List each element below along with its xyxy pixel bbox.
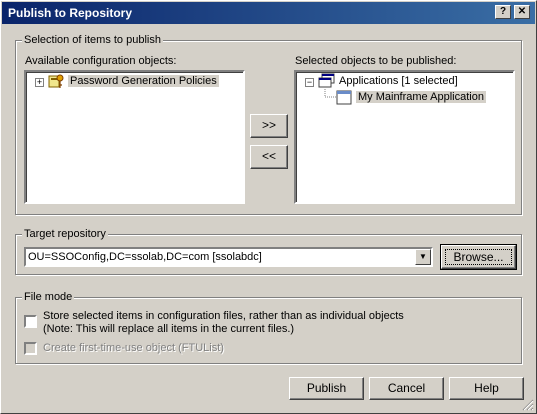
create-ftu-label: Create first-time-use object (FTUList) [43, 342, 224, 354]
help-title-button[interactable]: ? [495, 5, 511, 19]
file-mode-label: File mode [22, 291, 75, 303]
help-button[interactable]: Help [449, 377, 524, 400]
available-objects-label: Available configuration objects: [25, 55, 177, 67]
browse-button[interactable]: Browse... [440, 244, 517, 270]
publish-dialog: Publish to Repository ? ✕ Selection of i… [0, 0, 537, 414]
tree-item-applications[interactable]: Applications [1 selected] [339, 75, 458, 87]
add-to-selection-button[interactable]: >> [250, 114, 288, 138]
store-in-files-note: (Note: This will replace all items in th… [43, 323, 295, 335]
selected-objects-label: Selected objects to be published: [295, 55, 457, 67]
store-in-files-checkbox[interactable] [24, 315, 37, 328]
available-objects-list[interactable]: + Password Generation Policies [24, 70, 245, 204]
expand-icon[interactable]: + [35, 78, 44, 87]
tree-item-password-policies[interactable]: Password Generation Policies [68, 75, 219, 87]
collapse-icon[interactable]: − [305, 78, 314, 87]
close-icon: ✕ [517, 6, 527, 17]
tree-item-my-mainframe-application[interactable]: My Mainframe Application [356, 91, 486, 103]
title-bar[interactable]: Publish to Repository ? ✕ [2, 2, 535, 24]
target-repository-label: Target repository [22, 228, 108, 240]
target-repository-combo[interactable]: OU=SSOConfig,DC=ssolab,DC=com [ssolabdc]… [24, 247, 433, 267]
cancel-button[interactable]: Cancel [369, 377, 444, 400]
target-repository-value: OU=SSOConfig,DC=ssolab,DC=com [ssolabdc] [28, 251, 262, 263]
create-ftu-checkbox[interactable] [24, 342, 37, 355]
window-title: Publish to Repository [8, 6, 133, 20]
resize-grip-icon[interactable] [522, 399, 534, 411]
selected-objects-list[interactable]: − Applications [1 selected] My Mainframe… [294, 70, 515, 204]
dropdown-arrow-icon[interactable]: ▼ [415, 249, 431, 265]
application-window-icon [336, 90, 352, 109]
store-in-files-label: Store selected items in configuration fi… [43, 310, 404, 322]
selection-group-label: Selection of items to publish [22, 34, 163, 46]
question-icon: ? [499, 6, 507, 17]
remove-from-selection-button[interactable]: << [250, 145, 288, 169]
policy-icon [47, 73, 65, 94]
close-title-button[interactable]: ✕ [514, 5, 530, 19]
publish-button[interactable]: Publish [289, 377, 364, 400]
